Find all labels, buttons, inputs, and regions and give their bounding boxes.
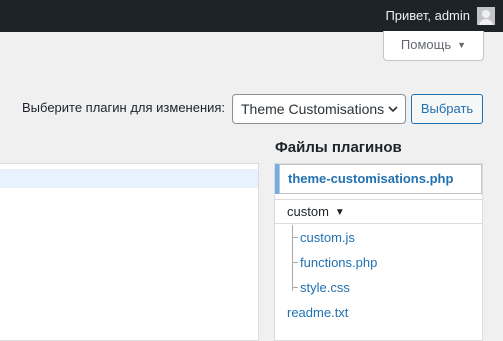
folder-toggle[interactable]: custom ▼ bbox=[275, 199, 482, 224]
plugin-files-tree: theme-customisations.php custom ▼ custom.… bbox=[274, 163, 483, 341]
plugin-select-value: Theme Customisations bbox=[241, 101, 385, 117]
dropdown-arrow-icon: ▼ bbox=[457, 40, 467, 50]
chevron-down-icon bbox=[388, 106, 398, 113]
avatar-head-shape bbox=[482, 10, 490, 18]
account-greeting[interactable]: Привет, admin bbox=[385, 0, 470, 32]
file-item[interactable]: functions.php bbox=[292, 250, 377, 275]
folder-name: custom bbox=[287, 204, 329, 219]
plugin-select-label: Выберите плагин для изменения: bbox=[22, 100, 226, 115]
help-tab-button[interactable]: Помощь ▼ bbox=[383, 31, 484, 61]
file-item-current[interactable]: theme-customisations.php bbox=[275, 164, 482, 194]
admin-bar: Привет, admin bbox=[0, 0, 503, 32]
folder-caret-icon: ▼ bbox=[334, 207, 345, 218]
help-tab-label: Помощь bbox=[400, 37, 452, 52]
page-scroll-gutter bbox=[483, 163, 503, 341]
plugin-files-heading: Файлы плагинов bbox=[275, 139, 402, 156]
avatar-body-shape bbox=[479, 19, 493, 25]
file-item[interactable]: custom.js bbox=[292, 225, 355, 250]
file-item[interactable]: readme.txt bbox=[287, 300, 348, 325]
file-item[interactable]: style.css bbox=[292, 275, 350, 300]
plugin-select[interactable]: Theme Customisations bbox=[232, 94, 406, 124]
select-plugin-button[interactable]: Выбрать bbox=[411, 94, 483, 124]
user-avatar-icon[interactable] bbox=[477, 7, 495, 25]
code-editor[interactable] bbox=[0, 163, 259, 341]
editor-active-line bbox=[0, 169, 258, 188]
